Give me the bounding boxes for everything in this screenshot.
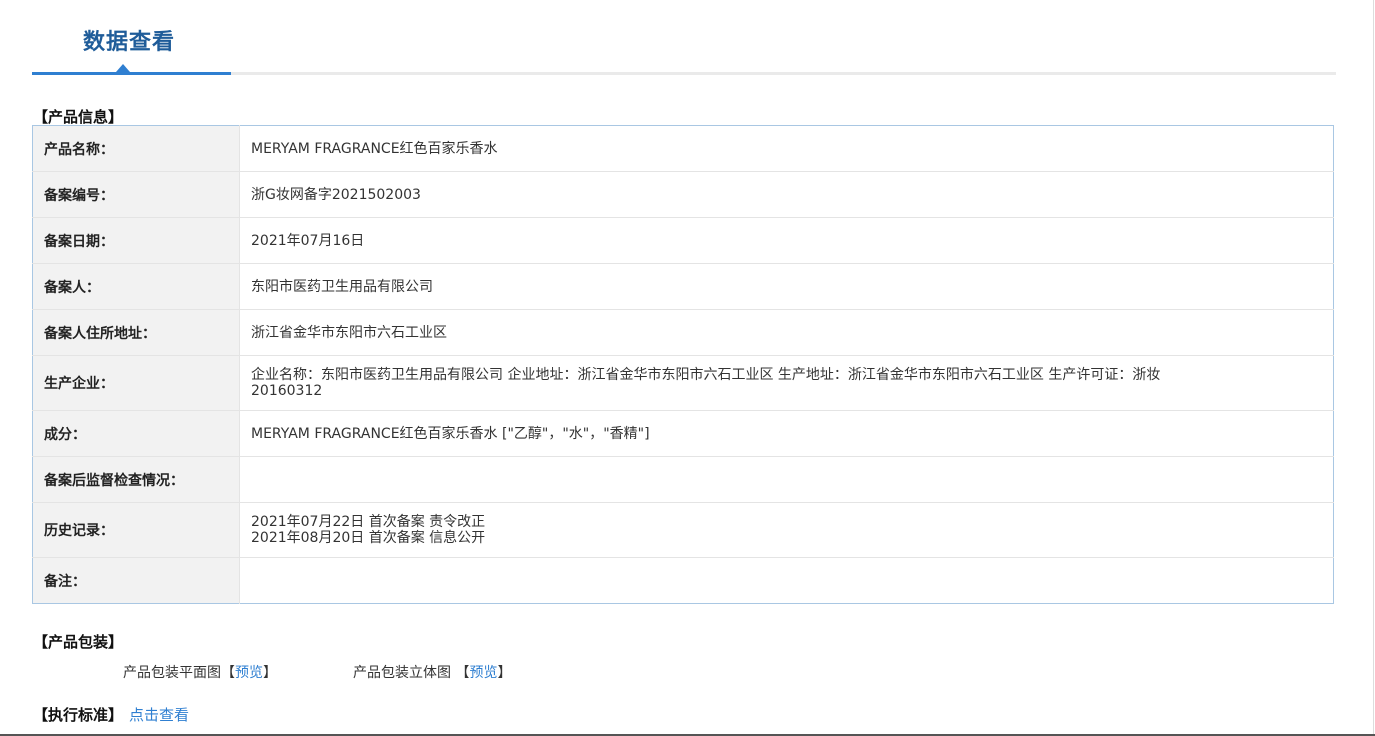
standard-view-link[interactable]: 点击查看 <box>129 706 189 724</box>
bracket-open: 【 <box>221 665 235 681</box>
info-row: 备案日期： 2021年07月16日 <box>32 217 1334 264</box>
info-value-line: 东阳市医药卫生用品有限公司 <box>251 278 433 295</box>
packaging-flat-item: 产品包装平面图【预览】 <box>123 662 277 682</box>
product-info-table: 产品名称： MERYAM FRAGRANCE红色百家乐香水 备案编号： 浙G妆网备字2… <box>32 125 1334 604</box>
info-row: 备案后监督检查情况： <box>32 456 1334 503</box>
info-label: 备案日期： <box>32 217 240 264</box>
bracket-close: 】 <box>497 665 512 681</box>
info-label: 生产企业： <box>32 355 240 411</box>
info-value-line: MERYAM FRAGRANCE红色百家乐香水 <box>251 140 498 157</box>
packaging-flat-label: 产品包装平面图 <box>123 665 221 681</box>
info-row: 产品名称： MERYAM FRAGRANCE红色百家乐香水 <box>32 125 1334 172</box>
info-value: 浙G妆网备字2021502003 <box>239 171 1334 218</box>
info-value: 2021年07月22日 首次备案 责令改正 2021年08月20日 首次备案 信息… <box>239 502 1334 558</box>
info-value-line: 企业名称：东阳市医药卫生用品有限公司 企业地址：浙江省金华市东阳市六石工业区 生… <box>251 367 1161 383</box>
info-value-line: MERYAM FRAGRANCE红色百家乐香水 ["乙醇"，"水"，"香精"] <box>251 425 650 442</box>
info-value-line: 2021年07月16日 <box>251 232 365 249</box>
info-label: 备案编号： <box>32 171 240 218</box>
info-value-line: 2021年08月20日 首次备案 信息公开 <box>251 530 486 546</box>
info-value-line: 2021年07月22日 首次备案 责令改正 <box>251 514 486 530</box>
info-row: 备注： <box>32 557 1334 604</box>
active-tab-underline <box>32 72 231 75</box>
info-label: 备案后监督检查情况： <box>32 456 240 503</box>
info-row: 备案人： 东阳市医药卫生用品有限公司 <box>32 263 1334 310</box>
caret-up-icon <box>116 64 130 72</box>
tab-bar: 数据查看 <box>32 0 1336 76</box>
info-value: 浙江省金华市东阳市六石工业区 <box>239 309 1334 356</box>
info-label: 历史记录： <box>32 502 240 558</box>
bracket-close: 】 <box>263 665 277 681</box>
info-row: 历史记录： 2021年07月22日 首次备案 责令改正 2021年08月20日 首次… <box>32 502 1334 558</box>
info-value: 2021年07月16日 <box>239 217 1334 264</box>
tab-data-view[interactable]: 数据查看 <box>83 24 175 56</box>
info-label: 备注： <box>32 557 240 604</box>
info-label: 产品名称： <box>32 125 240 172</box>
info-value: MERYAM FRAGRANCE红色百家乐香水 ["乙醇"，"水"，"香精"] <box>239 410 1334 457</box>
standard-heading: 【执行标准】 <box>33 706 124 724</box>
info-value <box>239 557 1334 604</box>
window-right-edge <box>1373 0 1374 736</box>
info-value-line: 浙江省金华市东阳市六石工业区 <box>251 324 447 341</box>
info-row: 备案编号： 浙G妆网备字2021502003 <box>32 171 1334 218</box>
packaging-heading: 【产品包装】 <box>33 633 124 651</box>
info-row: 备案人住所地址： 浙江省金华市东阳市六石工业区 <box>32 309 1334 356</box>
info-label: 备案人： <box>32 263 240 310</box>
info-value: 企业名称：东阳市医药卫生用品有限公司 企业地址：浙江省金华市东阳市六石工业区 生… <box>239 355 1334 411</box>
product-info-heading: 【产品信息】 <box>33 108 124 126</box>
info-label: 成分： <box>32 410 240 457</box>
info-value: 东阳市医药卫生用品有限公司 <box>239 263 1334 310</box>
info-row: 生产企业： 企业名称：东阳市医药卫生用品有限公司 企业地址：浙江省金华市东阳市六石… <box>32 355 1334 411</box>
packaging-solid-item: 产品包装立体图 【预览】 <box>353 662 511 682</box>
info-row: 成分： MERYAM FRAGRANCE红色百家乐香水 ["乙醇"，"水"，"香精… <box>32 410 1334 457</box>
info-value: MERYAM FRAGRANCE红色百家乐香水 <box>240 126 1334 172</box>
packaging-solid-label: 产品包装立体图 <box>353 665 451 681</box>
packaging-flat-preview-link[interactable]: 预览 <box>235 665 263 681</box>
info-value-line: 20160312 <box>251 383 323 399</box>
standard-row: 【执行标准】 点击查看 <box>33 704 189 725</box>
info-label: 备案人住所地址： <box>32 309 240 356</box>
info-value <box>239 456 1334 503</box>
packaging-solid-preview-link[interactable]: 预览 <box>469 665 497 681</box>
bracket-open: 【 <box>455 665 470 681</box>
info-value-line: 浙G妆网备字2021502003 <box>251 186 421 203</box>
